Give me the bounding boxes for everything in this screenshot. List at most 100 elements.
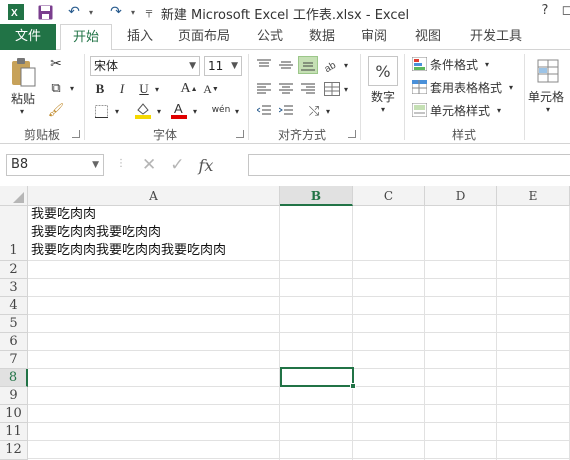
column-header-e[interactable]: E <box>497 186 570 206</box>
divider <box>360 54 361 140</box>
italic-button[interactable]: I <box>114 80 130 98</box>
decrease-font-button[interactable]: A ▼ <box>202 80 220 98</box>
font-color-dropdown-icon[interactable]: ▾ <box>190 102 200 120</box>
align-top-icon[interactable] <box>254 56 274 74</box>
font-launcher-icon[interactable] <box>236 130 244 138</box>
tab-review[interactable]: 审阅 <box>352 24 396 50</box>
row-header-4[interactable]: 4 <box>0 297 28 315</box>
format-as-table-button[interactable]: 套用表格格式 <box>430 79 516 95</box>
row-header-2[interactable]: 2 <box>0 261 28 279</box>
cut-icon[interactable]: ✂ <box>46 54 66 74</box>
font-name-combo[interactable]: 宋体 ▼ <box>90 56 200 76</box>
table-dropdown-icon[interactable]: ▾ <box>506 79 516 95</box>
text-direction-icon[interactable]: ⤭ <box>304 102 324 120</box>
help-button[interactable]: ? <box>534 2 556 20</box>
cell-a1[interactable]: 我要吃肉肉 我要吃肉肉我要吃肉肉 我要吃肉肉我要吃肉肉我要吃肉肉 <box>31 206 281 260</box>
align-center-icon[interactable] <box>276 80 296 98</box>
column-header-c[interactable]: C <box>353 186 425 206</box>
phonetic-dropdown-icon[interactable]: ▾ <box>232 102 242 120</box>
column-header-d[interactable]: D <box>425 186 497 206</box>
formula-input[interactable] <box>248 154 570 176</box>
phonetic-guide-button[interactable]: wén <box>210 100 232 120</box>
name-box[interactable]: B8 ▼ <box>6 154 104 176</box>
merge-dropdown-icon[interactable]: ▾ <box>342 80 350 98</box>
chevron-down-icon: ▼ <box>231 61 238 71</box>
wrap-text-icon[interactable] <box>322 80 342 98</box>
tab-formulas[interactable]: 公式 <box>248 24 292 50</box>
tab-insert[interactable]: 插入 <box>116 24 164 50</box>
underline-dropdown-icon[interactable]: ▾ <box>152 80 162 98</box>
cells-button[interactable]: 单元格 <box>528 88 570 104</box>
number-format-button[interactable]: 数字 <box>366 88 400 104</box>
tab-file[interactable]: 文件 <box>0 24 56 50</box>
worksheet-grid[interactable]: A B C D E 1 2 3 4 5 6 7 8 9 10 11 12 我要吃… <box>0 186 570 460</box>
row-header-7[interactable]: 7 <box>0 351 28 369</box>
conditional-formatting-button[interactable]: 条件格式 <box>430 56 510 72</box>
orientation-dropdown-icon[interactable]: ▾ <box>342 56 350 74</box>
row-header-8[interactable]: 8 <box>0 369 28 387</box>
ribbon: 粘贴 ▾ ✂ ⧉ ▾ 🖌 剪贴板 宋体 ▼ 11 ▼ B I U ▾ A ▲ A ▼… <box>0 50 570 144</box>
restore-ribbon-button[interactable]: ◻ <box>556 2 570 20</box>
align-right-icon[interactable] <box>298 80 318 98</box>
bold-button[interactable]: B <box>92 80 108 98</box>
orientation-icon[interactable]: ab <box>322 56 342 74</box>
row-header-1[interactable]: 1 <box>0 206 28 261</box>
alignment-launcher-icon[interactable] <box>348 130 356 138</box>
insert-function-icon[interactable]: fx <box>199 156 214 175</box>
number-dropdown-icon[interactable]: ▾ <box>376 104 390 114</box>
format-painter-icon[interactable]: 🖌 <box>46 100 66 120</box>
paste-dropdown-icon[interactable]: ▾ <box>16 106 28 116</box>
fill-color-dropdown-icon[interactable]: ▾ <box>154 102 164 120</box>
row-header-10[interactable]: 10 <box>0 405 28 423</box>
cell-styles-icon[interactable] <box>410 102 428 118</box>
paste-button[interactable]: 粘贴 <box>6 90 40 106</box>
svg-text:ab: ab <box>324 60 338 72</box>
selected-cell-b8[interactable] <box>280 367 354 387</box>
fill-color-icon[interactable] <box>134 100 152 120</box>
clipboard-launcher-icon[interactable] <box>72 130 80 138</box>
conditional-formatting-icon[interactable] <box>410 56 428 72</box>
select-all-corner[interactable] <box>0 186 28 206</box>
row-header-6[interactable]: 6 <box>0 333 28 351</box>
borders-dropdown-icon[interactable]: ▾ <box>112 102 122 120</box>
copy-icon[interactable]: ⧉ <box>46 78 66 98</box>
cells-icon[interactable] <box>534 56 562 86</box>
enter-icon[interactable]: ✓ <box>170 155 184 175</box>
conditional-dropdown-icon[interactable]: ▾ <box>482 56 492 72</box>
cell-styles-dropdown-icon[interactable]: ▾ <box>494 102 504 118</box>
align-left-icon[interactable] <box>254 80 274 98</box>
format-as-table-icon[interactable] <box>410 79 428 95</box>
splitter-icon[interactable]: ⋮ <box>116 158 126 174</box>
borders-icon[interactable] <box>92 102 110 120</box>
underline-button[interactable]: U <box>136 80 152 98</box>
font-size-combo[interactable]: 11 ▼ <box>204 56 242 76</box>
tab-developer[interactable]: 开发工具 <box>462 24 530 50</box>
gridline <box>28 260 570 261</box>
row-header-12[interactable]: 12 <box>0 441 28 460</box>
percent-icon[interactable]: % <box>368 56 398 86</box>
tab-view[interactable]: 视图 <box>406 24 450 50</box>
row-header-9[interactable]: 9 <box>0 387 28 405</box>
tab-home[interactable]: 开始 <box>60 24 112 51</box>
font-color-icon[interactable]: A <box>170 100 188 120</box>
fill-handle[interactable] <box>350 383 356 389</box>
cancel-icon[interactable]: ✕ <box>142 155 156 175</box>
tab-page-layout[interactable]: 页面布局 <box>170 24 238 50</box>
align-middle-icon[interactable] <box>276 56 296 74</box>
text-direction-dropdown-icon[interactable]: ▾ <box>324 102 332 120</box>
column-header-a[interactable]: A <box>28 186 280 206</box>
paste-icon[interactable] <box>6 56 40 90</box>
increase-font-button[interactable]: A ▲ <box>180 80 198 98</box>
cells-dropdown-icon[interactable]: ▾ <box>542 104 554 114</box>
window-title: 新建 Microsoft Excel 工作表.xlsx - Excel <box>160 8 410 23</box>
row-header-11[interactable]: 11 <box>0 423 28 441</box>
align-bottom-icon[interactable] <box>298 56 318 74</box>
divider <box>404 54 405 140</box>
tab-data[interactable]: 数据 <box>300 24 344 50</box>
decrease-indent-icon[interactable] <box>254 102 274 120</box>
row-header-3[interactable]: 3 <box>0 279 28 297</box>
increase-indent-icon[interactable] <box>276 102 296 120</box>
copy-dropdown-icon[interactable]: ▾ <box>68 78 76 98</box>
column-header-b[interactable]: B <box>280 186 353 206</box>
row-header-5[interactable]: 5 <box>0 315 28 333</box>
